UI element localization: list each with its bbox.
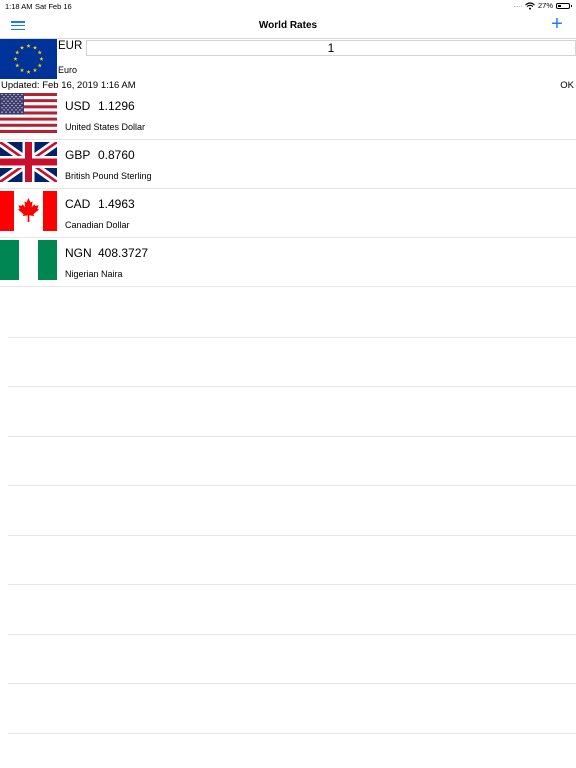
empty-row-divider	[8, 634, 576, 635]
battery-percent: 27%	[537, 1, 553, 10]
status-bar: 1:18 AM Sat Feb 16 ..... 27%	[0, 0, 576, 12]
rate-row-gbp[interactable]: GBP 0.8760 British Pound Sterling	[0, 140, 576, 189]
empty-row-divider	[8, 485, 576, 486]
currency-name: Nigerian Naira	[65, 269, 123, 279]
add-icon[interactable]: +	[548, 14, 566, 34]
base-currency-code: EUR	[58, 40, 83, 52]
currency-name: Canadian Dollar	[65, 220, 130, 230]
canada-flag-icon	[0, 191, 57, 231]
updated-timestamp: Updated: Feb 16, 2019 1:16 AM	[1, 80, 136, 91]
currency-rate: 408.3727	[98, 246, 149, 260]
base-currency-name: Euro	[58, 65, 78, 75]
base-currency-row: EUR Euro	[0, 39, 576, 80]
empty-row-divider	[8, 337, 576, 338]
ok-button[interactable]: OK	[560, 80, 574, 91]
us-flag-icon	[0, 93, 57, 133]
battery-fill	[558, 4, 561, 7]
uk-flag-icon	[0, 142, 57, 182]
eu-flag-icon	[0, 39, 57, 79]
page-title: World Rates	[258, 20, 318, 31]
status-right: ..... 27%	[513, 1, 572, 10]
amount-input[interactable]	[86, 40, 576, 56]
rate-row-ngn[interactable]: NGN 408.3727 Nigerian Naira	[0, 238, 576, 287]
currency-rate: 1.1296	[98, 99, 135, 113]
currency-rate: 0.8760	[98, 148, 135, 162]
nav-bar: World Rates +	[0, 12, 576, 39]
currency-rate: 1.4963	[98, 197, 135, 211]
currency-code: USD	[65, 99, 91, 113]
currency-name: British Pound Sterling	[65, 171, 152, 181]
rate-row-usd[interactable]: USD 1.1296 United States Dollar	[0, 91, 576, 140]
currency-code: NGN	[65, 246, 92, 260]
status-time: 1:18 AM	[5, 2, 33, 11]
currency-code: GBP	[65, 148, 91, 162]
currency-code: CAD	[65, 197, 91, 211]
nigeria-flag-icon	[0, 240, 57, 280]
empty-row-divider	[8, 733, 576, 734]
status-date: Sat Feb 16	[35, 2, 72, 11]
empty-row-divider	[8, 535, 576, 536]
battery-icon	[556, 2, 572, 9]
empty-row-divider	[8, 683, 576, 684]
currency-name: United States Dollar	[65, 122, 146, 132]
empty-row-divider	[8, 436, 576, 437]
empty-row-divider	[8, 584, 576, 585]
signal-icon: .....	[513, 2, 522, 9]
wifi-icon	[525, 1, 535, 10]
rate-row-cad[interactable]: CAD 1.4963 Canadian Dollar	[0, 189, 576, 238]
empty-row-divider	[8, 386, 576, 387]
